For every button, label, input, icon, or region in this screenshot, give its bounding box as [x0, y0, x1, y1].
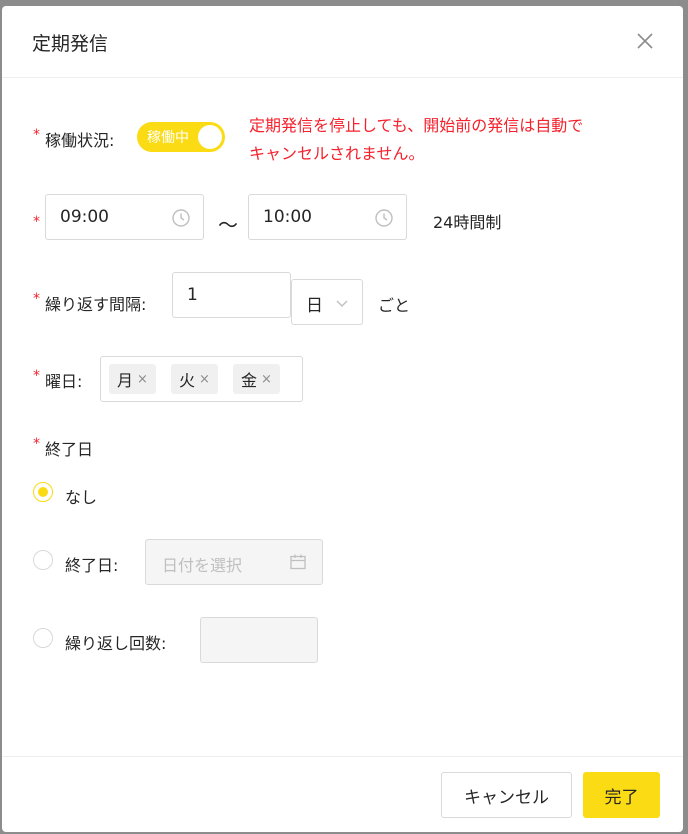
time-format-note: 24時間制	[433, 213, 502, 232]
tag-remove-icon[interactable]: ×	[137, 372, 148, 387]
weekday-label: 曜日:	[45, 372, 83, 391]
end-time-input[interactable]	[263, 205, 363, 229]
end-date-placeholder: 日付を選択	[162, 556, 243, 575]
warning-line-1: 定期発信を停止しても、開始前の発信は自動で	[249, 116, 584, 135]
status-switch[interactable]: 稼働中	[137, 122, 225, 152]
switch-label: 稼働中	[147, 130, 189, 146]
tag-remove-icon[interactable]: ×	[199, 372, 210, 387]
required-mark: *	[33, 214, 40, 230]
required-mark: *	[33, 368, 40, 384]
end-date-picker: 日付を選択	[145, 539, 323, 585]
interval-suffix: ごと	[378, 296, 411, 315]
tag-label: 金	[241, 371, 258, 390]
interval-unit-select[interactable]: 日	[291, 279, 363, 325]
dialog-footer: キャンセル 完了	[2, 756, 683, 832]
tag-label: 火	[179, 371, 196, 390]
clock-icon	[374, 208, 394, 228]
weekday-tag: 火 ×	[171, 364, 218, 394]
dialog-title: 定期発信	[32, 33, 109, 55]
radio-none-label[interactable]: なし	[65, 484, 97, 508]
weekday-tag: 金 ×	[233, 364, 280, 394]
start-time-input[interactable]	[60, 205, 160, 229]
tag-remove-icon[interactable]: ×	[261, 372, 272, 387]
interval-label: 繰り返す間隔:	[45, 295, 147, 314]
switch-knob	[198, 125, 222, 149]
radio-end-date[interactable]	[33, 550, 53, 570]
radio-end-date-label[interactable]: 終了日:	[65, 552, 118, 576]
schedule-dialog: 定期発信 * 稼働状況: 稼働中 定期発信を停止しても、開始前の発信は自動で キ…	[2, 6, 683, 832]
close-button[interactable]	[634, 30, 656, 52]
end-date-section-label: 終了日	[45, 440, 94, 459]
clock-icon	[171, 208, 191, 228]
close-icon	[637, 33, 653, 49]
cancel-button[interactable]: キャンセル	[441, 772, 572, 818]
required-mark: *	[33, 291, 40, 307]
weekday-select[interactable]: 月 × 火 × 金 ×	[100, 356, 303, 402]
radio-none[interactable]	[33, 482, 53, 502]
required-mark: *	[33, 127, 40, 143]
interval-input[interactable]	[187, 283, 287, 307]
status-label: 稼働状況:	[45, 131, 115, 150]
weekday-tag: 月 ×	[109, 364, 156, 394]
repeat-count-input	[200, 617, 318, 663]
done-button[interactable]: 完了	[583, 772, 660, 818]
interval-field[interactable]	[172, 272, 291, 318]
radio-repeat-count[interactable]	[33, 628, 53, 648]
end-time-picker[interactable]	[248, 194, 407, 240]
calendar-icon	[289, 553, 307, 571]
radio-repeat-count-label[interactable]: 繰り返し回数:	[65, 630, 166, 654]
stop-warning: 定期発信を停止しても、開始前の発信は自動で キャンセルされません。	[249, 112, 649, 168]
dialog-header: 定期発信	[2, 6, 683, 78]
tag-label: 月	[117, 371, 134, 390]
time-separator: 〜	[218, 213, 238, 237]
interval-unit-value: 日	[306, 296, 323, 316]
start-time-picker[interactable]	[45, 194, 204, 240]
chevron-down-icon	[334, 295, 350, 311]
required-mark: *	[33, 436, 40, 452]
warning-line-2: キャンセルされません。	[249, 144, 425, 163]
